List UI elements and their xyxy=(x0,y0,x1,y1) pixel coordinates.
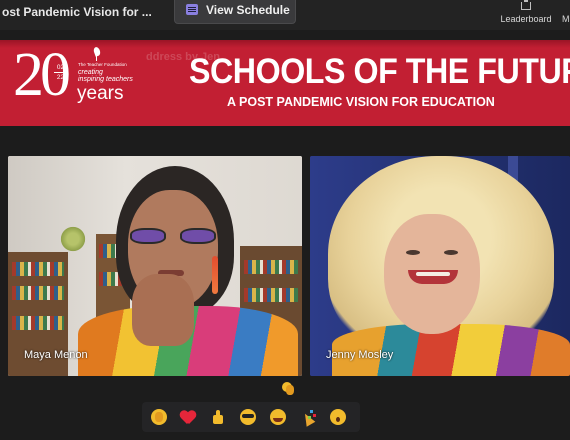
leaderboard-label: Leaderboard xyxy=(500,14,552,24)
logo-date-divider xyxy=(54,72,67,73)
logo-tagline-2: inspiring teachers xyxy=(78,76,133,83)
reaction-bar xyxy=(142,402,360,432)
logo-leaf-icon xyxy=(92,47,102,61)
earring xyxy=(212,256,218,294)
participant-hand xyxy=(132,274,194,346)
video-tile-jenny-mosley[interactable]: Jenny Mosley xyxy=(310,156,570,376)
books-row xyxy=(12,316,64,330)
banner-subtitle: A POST PANDEMIC VISION FOR EDUCATION xyxy=(227,95,495,109)
participant-name-label: Jenny Mosley xyxy=(326,349,394,361)
more-button[interactable]: M xyxy=(562,14,570,24)
books-row xyxy=(244,260,298,274)
view-schedule-button[interactable]: View Schedule xyxy=(174,0,296,24)
logo-foundation: The Teacher Foundation xyxy=(78,62,127,67)
thumbs-up-reaction-button[interactable] xyxy=(210,409,226,425)
event-banner: ddress by Jen 20 02 22 The Teacher Found… xyxy=(0,40,570,126)
books-row xyxy=(12,262,64,276)
logo-date-top: 02 xyxy=(56,64,65,71)
logo-date: 02 22 xyxy=(54,64,67,81)
heart-reaction-button[interactable] xyxy=(180,409,196,425)
session-title[interactable]: ost Pandemic Vision for ... xyxy=(0,2,158,22)
participant-name-label: Maya Menon xyxy=(24,349,88,361)
surprised-reaction-button[interactable] xyxy=(330,409,346,425)
banner-title: SCHOOLS OF THE FUTURE xyxy=(189,52,570,91)
banner-shadow xyxy=(0,40,570,48)
logo-date-bottom: 22 xyxy=(56,74,65,81)
books-row xyxy=(12,286,64,300)
top-bar: ost Pandemic Vision for ... View Schedul… xyxy=(0,0,570,30)
participant-eye xyxy=(406,250,420,255)
logo-tagline-1: creating xyxy=(78,69,103,76)
clap-icon xyxy=(282,382,294,395)
clap-reaction-button[interactable] xyxy=(151,409,167,425)
leaderboard-button[interactable]: Leaderboard xyxy=(494,0,558,30)
party-popper-reaction-button[interactable] xyxy=(300,409,316,425)
sunglasses-reaction-button[interactable] xyxy=(240,409,256,425)
trophy-icon xyxy=(521,0,531,10)
books-row xyxy=(244,288,298,302)
logo-years: years xyxy=(77,83,124,104)
plant xyxy=(60,224,86,254)
app-window: ost Pandemic Vision for ... View Schedul… xyxy=(0,0,570,440)
participant-eye xyxy=(444,250,458,255)
video-tile-maya-menon[interactable]: Maya Menon xyxy=(8,156,302,376)
glasses xyxy=(128,228,220,246)
participant-mouth xyxy=(408,270,458,284)
view-schedule-label: View Schedule xyxy=(206,3,290,17)
calendar-icon xyxy=(186,4,198,15)
laughing-reaction-button[interactable] xyxy=(270,409,286,425)
